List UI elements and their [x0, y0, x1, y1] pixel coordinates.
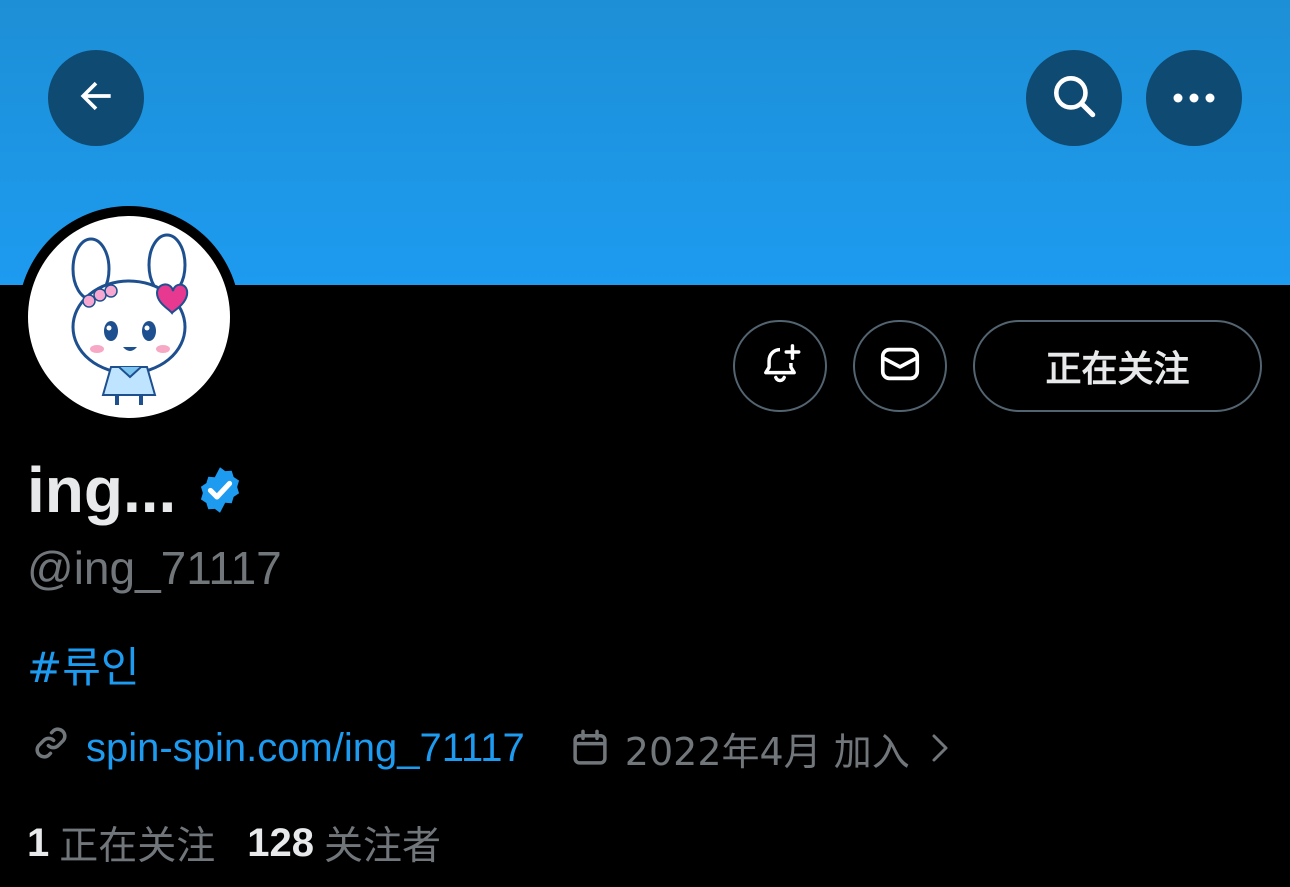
joined-date: 2022年4月 加入 [624, 729, 910, 774]
notifications-button[interactable] [733, 320, 827, 412]
search-button[interactable] [1026, 50, 1122, 146]
back-button[interactable] [48, 50, 144, 146]
profile-handle: @ing_71117 [27, 542, 282, 594]
arrow-left-icon [74, 74, 118, 122]
direct-message-button[interactable] [853, 320, 947, 412]
profile-website-link[interactable]: spin-spin.com/ing_71117 [86, 726, 525, 771]
search-icon [1049, 71, 1099, 125]
following-button-label: 正在关注 [1045, 349, 1190, 390]
verified-badge-icon[interactable] [194, 464, 246, 516]
profile-meta-row: spin-spin.com/ing_71117 2022年4月 加入 [30, 720, 952, 776]
following-button[interactable]: 正在关注 [973, 320, 1262, 412]
followers-count: 128 [247, 820, 315, 865]
link-icon [30, 722, 72, 774]
avatar-container[interactable] [18, 206, 240, 428]
following-label: 正在关注 [59, 824, 216, 869]
display-name: ing... [27, 454, 177, 526]
follow-stats-row: 1 正在关注 128 关注者 [27, 815, 441, 871]
more-horizontal-icon [1172, 89, 1216, 108]
avatar [28, 216, 230, 418]
profile-display-name-row: ing... [27, 452, 246, 528]
followers-stat[interactable]: 128 关注者 [247, 815, 441, 871]
chevron-right-icon[interactable] [928, 730, 952, 766]
following-stat[interactable]: 1 正在关注 [27, 815, 215, 871]
bell-plus-icon [757, 341, 803, 391]
more-options-button[interactable] [1146, 50, 1242, 146]
calendar-icon [569, 727, 611, 769]
following-count: 1 [27, 820, 50, 865]
avatar-character-image [71, 233, 189, 405]
followers-label: 关注者 [324, 824, 442, 869]
bio-hashtag-link[interactable]: #류인 [27, 640, 139, 696]
envelope-icon [877, 341, 923, 391]
